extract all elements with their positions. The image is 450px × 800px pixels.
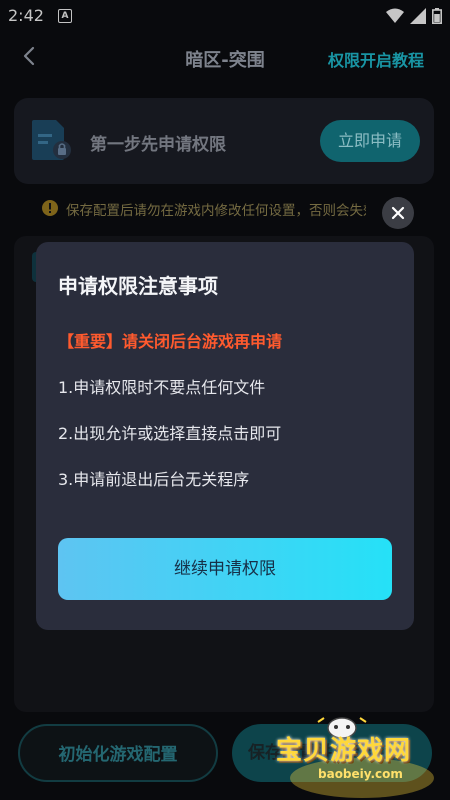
dialog-item-3: 3.申请前退出后台无关程序	[58, 470, 250, 489]
close-icon	[391, 206, 405, 220]
dialog-item-2: 2.出现允许或选择直接点击即可	[58, 424, 282, 443]
continue-apply-button[interactable]: 继续申请权限	[58, 538, 392, 600]
dialog-item-1: 1.申请权限时不要点任何文件	[58, 378, 266, 397]
close-dialog-button[interactable]	[382, 197, 414, 229]
watermark-title: 宝贝游戏网	[276, 736, 412, 766]
permission-notice-dialog: 申请权限注意事项 【重要】请关闭后台游戏再申请 1.申请权限时不要点任何文件 2…	[36, 242, 414, 630]
dialog-title: 申请权限注意事项	[58, 274, 218, 298]
watermark-domain: baobeiy.com	[318, 767, 403, 781]
dialog-important-note: 【重要】请关闭后台游戏再申请	[58, 332, 283, 351]
